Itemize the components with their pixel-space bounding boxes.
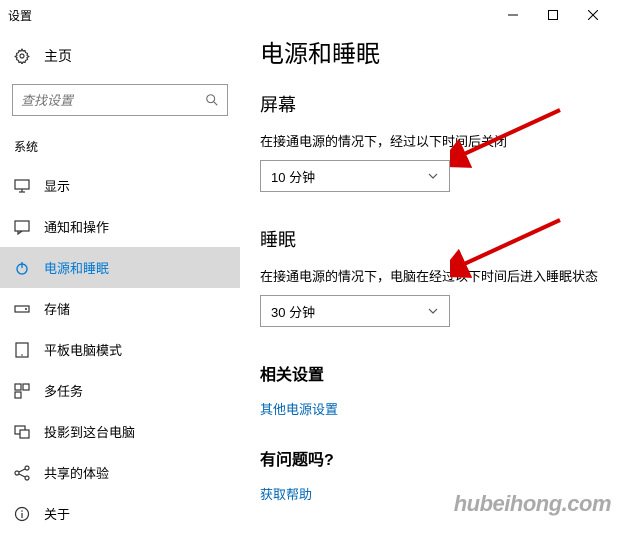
chevron-down-icon [427, 170, 439, 182]
screen-heading: 屏幕 [260, 91, 601, 117]
power-icon [14, 260, 30, 276]
sidebar-item-notifications[interactable]: 通知和操作 [0, 206, 240, 247]
tablet-icon [14, 342, 30, 358]
screen-timeout-dropdown[interactable]: 10 分钟 [260, 160, 450, 192]
chevron-down-icon [427, 305, 439, 317]
sidebar-item-tablet[interactable]: 平板电脑模式 [0, 329, 240, 370]
screen-timeout-value: 10 分钟 [271, 167, 315, 186]
close-icon [588, 10, 598, 20]
screen-desc: 在接通电源的情况下，经过以下时间后关闭 [260, 131, 601, 150]
search-box[interactable] [12, 84, 228, 116]
related-heading: 相关设置 [260, 361, 601, 385]
page-title: 电源和睡眠 [260, 34, 601, 69]
help-heading: 有问题吗? [260, 446, 601, 470]
sidebar-item-project[interactable]: 投影到这台电脑 [0, 411, 240, 452]
section-label: 系统 [0, 134, 240, 165]
storage-icon [14, 301, 30, 317]
sidebar-item-label: 投影到这台电脑 [44, 422, 135, 441]
search-icon [205, 93, 219, 107]
main-panel: 电源和睡眠 屏幕 在接通电源的情况下，经过以下时间后关闭 10 分钟 睡眠 在接… [240, 30, 621, 527]
sidebar-item-label: 平板电脑模式 [44, 340, 122, 359]
gear-icon [14, 48, 30, 64]
project-icon [14, 424, 30, 440]
sidebar-item-label: 电源和睡眠 [44, 258, 109, 277]
minimize-button[interactable] [493, 1, 533, 29]
titlebar: 设置 [0, 0, 621, 30]
sidebar: 主页 系统 显示 通知和操作 电源和睡眠 存储 [0, 30, 240, 527]
sidebar-item-label: 通知和操作 [44, 217, 109, 236]
watermark: hubeihong.com [454, 491, 611, 517]
message-icon [14, 219, 30, 235]
multitask-icon [14, 383, 30, 399]
sidebar-item-label: 共享的体验 [44, 463, 109, 482]
sidebar-item-label: 存储 [44, 299, 70, 318]
sleep-heading: 睡眠 [260, 226, 601, 252]
search-input[interactable] [21, 93, 205, 108]
sidebar-item-storage[interactable]: 存储 [0, 288, 240, 329]
home-link[interactable]: 主页 [0, 38, 240, 74]
sleep-timeout-value: 30 分钟 [271, 302, 315, 321]
close-button[interactable] [573, 1, 613, 29]
sidebar-item-label: 多任务 [44, 381, 83, 400]
home-label: 主页 [44, 46, 72, 66]
monitor-icon [14, 178, 30, 194]
sidebar-item-multitask[interactable]: 多任务 [0, 370, 240, 411]
info-icon [14, 506, 30, 522]
window-title: 设置 [8, 7, 32, 24]
sidebar-item-label: 显示 [44, 176, 70, 195]
maximize-icon [548, 10, 558, 20]
sidebar-item-label: 关于 [44, 504, 70, 523]
maximize-button[interactable] [533, 1, 573, 29]
sidebar-item-about[interactable]: 关于 [0, 493, 240, 534]
sidebar-item-display[interactable]: 显示 [0, 165, 240, 206]
minimize-icon [508, 10, 518, 20]
share-icon [14, 465, 30, 481]
sidebar-item-power[interactable]: 电源和睡眠 [0, 247, 240, 288]
sleep-desc: 在接通电源的情况下，电脑在经过以下时间后进入睡眠状态 [260, 266, 601, 285]
sidebar-item-shared[interactable]: 共享的体验 [0, 452, 240, 493]
other-power-settings-link[interactable]: 其他电源设置 [260, 399, 601, 418]
sleep-timeout-dropdown[interactable]: 30 分钟 [260, 295, 450, 327]
